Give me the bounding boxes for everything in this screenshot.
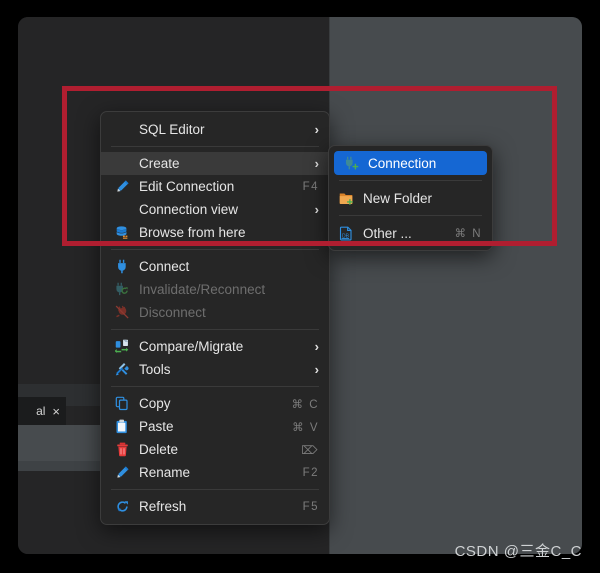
menu-item-rename[interactable]: Rename F2 [101,461,329,484]
chevron-right-icon: › [314,202,319,217]
folder-add-icon [337,189,356,207]
menu-item-tools[interactable]: Tools › [101,358,329,381]
menu-item-shortcut: F4 [302,180,319,193]
menu-separator [339,215,482,216]
menu-item-connection-view[interactable]: Connection view › [101,198,329,221]
menu-item-label: Rename [139,465,191,480]
copy-icon [113,395,132,413]
menu-item-disconnect: Disconnect [101,301,329,324]
menu-item-label: Tools [139,362,171,377]
menu-item-connection[interactable]: Connection [334,151,487,175]
menu-item-shortcut: ⌘ C [291,398,319,411]
plug-refresh-icon [113,281,132,299]
menu-item-label: SQL Editor [139,122,205,137]
chevron-right-icon: › [314,156,319,171]
database-icon [113,224,132,242]
chevron-right-icon: › [314,122,319,137]
menu-item-label: Refresh [139,499,187,514]
menu-item-browse-from-here[interactable]: Browse from here [101,221,329,244]
menu-item-label: Create [139,156,180,171]
menu-item-label: Edit Connection [139,179,235,194]
db-document-icon: DB [337,224,356,242]
paste-icon [113,418,132,436]
compare-migrate-icon [113,338,132,356]
menu-item-shortcut: F5 [302,500,319,513]
menu-item-label: Delete [139,442,179,457]
menu-separator [111,329,319,330]
menu-item-label: Other ... [363,225,412,241]
menu-item-compare-migrate[interactable]: Compare/Migrate › [101,335,329,358]
menu-item-label: Browse from here [139,225,246,240]
menu-item-label: Compare/Migrate [139,339,244,354]
trash-icon [113,441,132,459]
plug-disconnect-icon [113,304,132,322]
menu-item-shortcut: F2 [302,466,319,479]
menu-separator [111,249,319,250]
menu-separator [111,146,319,147]
menu-item-connect[interactable]: Connect [101,255,329,278]
chevron-right-icon: › [314,362,319,377]
menu-item-label: Connection view [139,202,239,217]
tools-icon [113,361,132,379]
context-menu[interactable]: SQL Editor › Create › Edit Connection F4 Conne… [100,111,330,525]
menu-item-refresh[interactable]: Refresh F5 [101,495,329,518]
menu-item-create[interactable]: Create › [101,152,329,175]
menu-item-shortcut: ⌘ V [292,421,319,434]
menu-item-label: New Folder [363,190,433,206]
menu-separator [111,489,319,490]
menu-item-label: Paste [139,419,174,434]
menu-item-edit-connection[interactable]: Edit Connection F4 [101,175,329,198]
close-icon[interactable]: × [52,405,60,418]
menu-separator [339,180,482,181]
right-panel [330,17,582,554]
editor-tab-label: al [36,404,46,418]
menu-item-label: Connect [139,259,190,274]
editor-tab[interactable]: al × [18,397,66,425]
create-submenu[interactable]: Connection New Folder DB Other ... ⌘ N [328,145,493,251]
chevron-right-icon: › [314,339,319,354]
menu-item-shortcut: ⌦ [301,444,319,457]
rename-pencil-icon [113,464,132,482]
menu-item-label: Connection [368,155,437,171]
plug-add-icon [342,154,361,172]
menu-item-invalidate-reconnect: Invalidate/Reconnect [101,278,329,301]
menu-item-label: Invalidate/Reconnect [139,282,266,297]
menu-item-sql-editor[interactable]: SQL Editor › [101,118,329,141]
menu-item-paste[interactable]: Paste ⌘ V [101,415,329,438]
menu-item-label: Copy [139,396,171,411]
watermark: CSDN @三金C_C [454,543,582,560]
menu-item-label: Disconnect [139,305,206,320]
menu-item-copy[interactable]: Copy ⌘ C [101,392,329,415]
plug-icon [113,258,132,276]
menu-item-shortcut: ⌘ N [454,228,482,240]
menu-item-other[interactable]: DB Other ... ⌘ N [329,221,492,245]
pencil-icon [113,178,132,196]
menu-separator [111,386,319,387]
refresh-icon [113,498,132,516]
menu-item-delete[interactable]: Delete ⌦ [101,438,329,461]
menu-item-new-folder[interactable]: New Folder [329,186,492,210]
